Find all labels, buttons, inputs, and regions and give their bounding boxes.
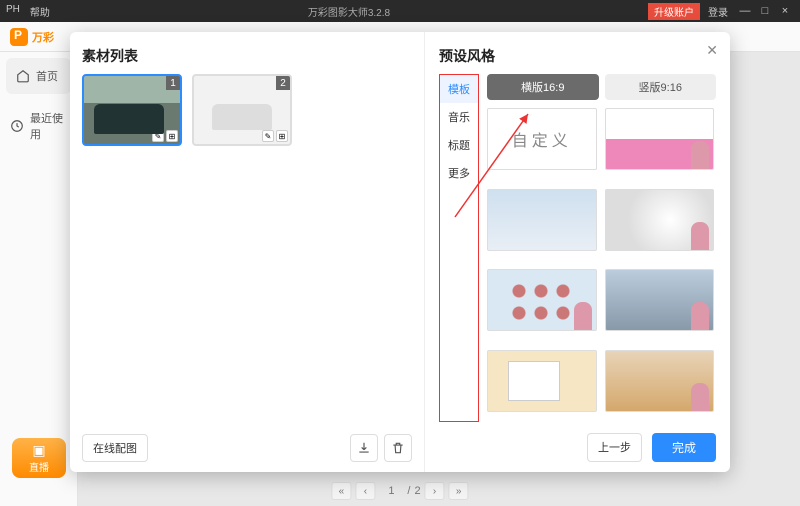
pagination: « ‹ 1 / 2 › » [331, 482, 468, 500]
edit-icon[interactable]: ✎ [152, 130, 164, 142]
style-menu-more[interactable]: 更多 [440, 159, 478, 187]
style-menu-music[interactable]: 音乐 [440, 103, 478, 131]
finish-button[interactable]: 完成 [652, 433, 716, 462]
maximize-icon[interactable]: □ [756, 5, 774, 17]
page-prev-button[interactable]: ‹ [355, 482, 375, 500]
logo[interactable]: 万彩 [10, 28, 54, 46]
style-category-menu: 模板 音乐 标题 更多 [439, 74, 479, 422]
template-grid: 自定义 [487, 108, 716, 422]
template-custom[interactable]: 自定义 [487, 108, 597, 170]
logo-icon [10, 28, 28, 46]
minimize-icon[interactable]: — [736, 5, 754, 17]
edit-icon[interactable]: ✎ [262, 130, 274, 142]
template-item[interactable] [605, 189, 715, 251]
page-next-button[interactable]: › [425, 482, 445, 500]
menu-ph[interactable]: PH [6, 4, 20, 19]
live-button[interactable]: ▣ 直播 [12, 438, 66, 478]
material-thumb-1[interactable]: 1 ✎ ⊞ [82, 74, 182, 146]
style-menu-template[interactable]: 模板 [440, 75, 478, 103]
template-item[interactable] [605, 269, 715, 331]
sidebar-item-label: 最近使用 [30, 110, 67, 142]
modal-left-panel: 素材列表 1 ✎ ⊞ 2 ✎ ⊞ 在线配图 [70, 32, 425, 472]
template-item[interactable] [487, 189, 597, 251]
modal-overlay: ✕ 素材列表 1 ✎ ⊞ 2 ✎ ⊞ [0, 22, 800, 506]
sidebar-item-recent[interactable]: 最近使用 [0, 100, 77, 152]
download-button[interactable] [350, 434, 378, 462]
sidebar-item-label: 首页 [36, 68, 58, 84]
size-icon[interactable]: ⊞ [166, 130, 178, 142]
menu-help[interactable]: 帮助 [30, 4, 50, 19]
upgrade-button[interactable]: 升级账户 [648, 3, 700, 20]
page-last-button[interactable]: » [449, 482, 469, 500]
clock-icon [10, 119, 24, 133]
modal-right-panel: 预设风格 模板 音乐 标题 更多 横版16:9 竖版9:16 自定义 [425, 32, 730, 472]
sidebar-item-home[interactable]: 首页 [6, 58, 71, 94]
login-link[interactable]: 登录 [708, 4, 728, 19]
size-icon[interactable]: ⊞ [276, 130, 288, 142]
page-first-button[interactable]: « [331, 482, 351, 500]
prev-step-button[interactable]: 上一步 [587, 433, 642, 462]
delete-button[interactable] [384, 434, 412, 462]
logo-text: 万彩 [32, 29, 54, 45]
close-icon[interactable]: × [776, 5, 794, 17]
template-item[interactable] [605, 108, 715, 170]
page-current: 1 [379, 485, 403, 497]
online-image-button[interactable]: 在线配图 [82, 434, 148, 462]
orientation-landscape[interactable]: 横版16:9 [487, 74, 599, 100]
template-item[interactable] [605, 350, 715, 412]
orientation-portrait[interactable]: 竖版9:16 [605, 74, 717, 100]
template-item[interactable] [487, 269, 597, 331]
modal: ✕ 素材列表 1 ✎ ⊞ 2 ✎ ⊞ [70, 32, 730, 472]
material-list-title: 素材列表 [82, 46, 412, 66]
material-thumb-2[interactable]: 2 ✎ ⊞ [192, 74, 292, 146]
style-menu-title[interactable]: 标题 [440, 131, 478, 159]
titlebar: PH 帮助 万彩图影大师3.2.8 升级账户 登录 — □ × [0, 0, 800, 22]
page-total: 2 [414, 485, 420, 497]
template-item[interactable] [487, 350, 597, 412]
home-icon [16, 69, 30, 83]
preset-style-title: 预设风格 [439, 46, 716, 66]
window-title: 万彩图影大师3.2.8 [50, 4, 648, 19]
